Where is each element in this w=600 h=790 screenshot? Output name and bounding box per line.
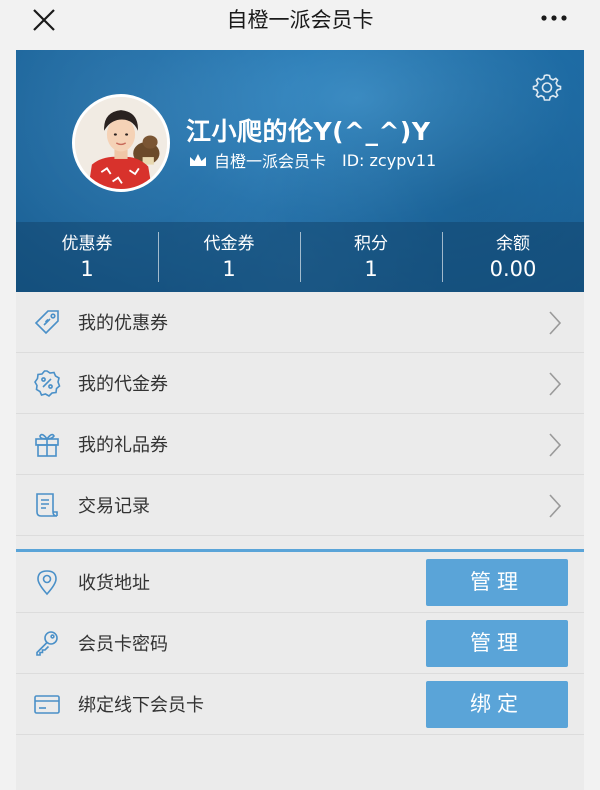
action-label: 会员卡密码: [78, 634, 168, 655]
member-card: 江小爬的伦Y(^_^)Y 自橙一派会员卡 ID: zcypv11 优惠券 1 代…: [16, 50, 584, 292]
bind-card-button[interactable]: 绑定: [426, 681, 568, 728]
menu-item-vouchers[interactable]: 我的代金券: [16, 353, 584, 414]
card-icon: [34, 695, 60, 714]
manage-address-button[interactable]: 管理: [426, 559, 568, 606]
menu-item-gifts[interactable]: 我的礼品券: [16, 414, 584, 475]
avatar-photo: [75, 97, 167, 189]
action-row-address: 收货地址 管理: [16, 552, 584, 613]
receipt-icon: [36, 493, 58, 517]
stat-value: 1: [222, 257, 236, 281]
menu-list: 我的优惠券 我的代金券 我的礼品券 交易记录: [16, 292, 584, 536]
top-bar: 自橙一派会员卡: [0, 0, 600, 44]
action-row-password: 会员卡密码 管理: [16, 613, 584, 674]
percent-badge-icon: [34, 370, 61, 397]
chevron-right-icon: [549, 433, 562, 457]
crown-icon: [190, 154, 206, 166]
gear-icon[interactable]: [532, 72, 562, 102]
page-content: 江小爬的伦Y(^_^)Y 自橙一派会员卡 ID: zcypv11 优惠券 1 代…: [16, 50, 584, 790]
action-label: 绑定线下会员卡: [78, 695, 204, 716]
action-label: 收货地址: [78, 573, 150, 594]
action-list: 收货地址 管理 会员卡密码 管理 绑定线下会员卡 绑定: [16, 552, 584, 735]
card-name: 自橙一派会员卡: [214, 152, 327, 171]
gift-icon: [35, 433, 59, 457]
location-pin-icon: [37, 570, 57, 596]
stat-label: 优惠券: [61, 234, 113, 254]
key-icon: [36, 631, 58, 656]
chevron-right-icon: [549, 372, 562, 396]
manage-password-button[interactable]: 管理: [426, 620, 568, 667]
more-dots-icon[interactable]: [538, 8, 570, 28]
menu-item-label: 我的优惠券: [78, 313, 168, 334]
stat-vouchers[interactable]: 代金券 1: [158, 222, 300, 292]
menu-item-transactions[interactable]: 交易记录: [16, 475, 584, 536]
stat-label: 积分: [354, 234, 388, 254]
menu-item-coupons[interactable]: 我的优惠券: [16, 292, 584, 353]
stat-balance[interactable]: 余额 0.00: [442, 222, 584, 292]
stat-value: 1: [364, 257, 378, 281]
coupon-tag-icon: [34, 310, 59, 335]
menu-item-label: 我的礼品券: [78, 435, 168, 456]
stat-label: 代金券: [203, 234, 255, 254]
stat-value: 1: [80, 257, 94, 281]
stat-points[interactable]: 积分 1: [300, 222, 442, 292]
username: 江小爬的伦Y(^_^)Y: [186, 117, 431, 146]
action-row-bind-card: 绑定线下会员卡 绑定: [16, 674, 584, 735]
stat-coupons[interactable]: 优惠券 1: [16, 222, 158, 292]
menu-item-label: 我的代金券: [78, 374, 168, 395]
stats-bar: 优惠券 1 代金券 1 积分 1 余额 0.00: [16, 222, 584, 292]
member-id: ID: zcypv11: [342, 150, 437, 170]
menu-item-label: 交易记录: [78, 496, 150, 517]
chevron-right-icon: [549, 494, 562, 518]
chevron-right-icon: [549, 311, 562, 335]
page-title: 自橙一派会员卡: [226, 8, 374, 32]
stat-value: 0.00: [489, 257, 537, 281]
avatar[interactable]: [72, 94, 170, 192]
card-subline: 自橙一派会员卡 ID: zcypv11: [188, 148, 436, 172]
stat-label: 余额: [496, 234, 530, 254]
